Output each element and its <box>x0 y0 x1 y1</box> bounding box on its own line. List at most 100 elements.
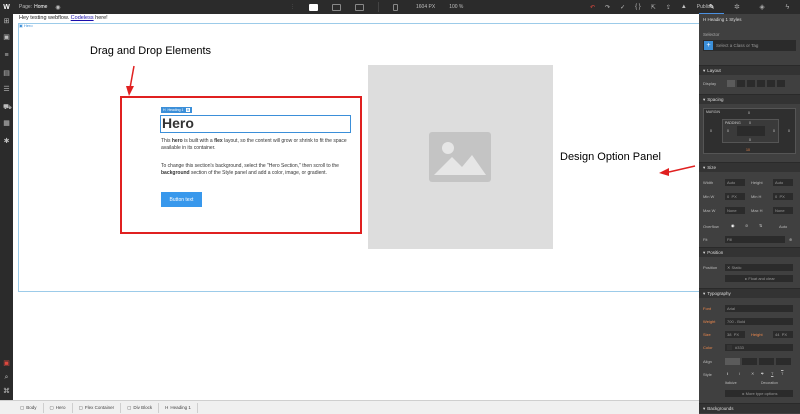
padding-box[interactable]: PADDING 0 0 0 0 <box>722 119 779 143</box>
padding-left-value[interactable]: 0 <box>727 129 729 133</box>
weight-select[interactable]: 700 - Bold <box>725 318 793 325</box>
display-inline-block-button[interactable] <box>757 80 765 87</box>
padding-bottom-value[interactable]: 0 <box>749 138 751 142</box>
section-typography[interactable]: ▾ Typography <box>699 288 800 298</box>
padding-top-value[interactable]: 0 <box>749 121 751 125</box>
mobile-portrait-icon[interactable] <box>393 3 398 11</box>
selector-input[interactable]: + Select a Class or Tag <box>703 40 796 51</box>
drop-icon[interactable]: ◈ <box>750 0 775 14</box>
navigator-icon[interactable]: ≡ <box>3 52 10 59</box>
display-inline-button[interactable] <box>767 80 775 87</box>
pages-icon[interactable]: ▤ <box>3 70 10 77</box>
settings-icon[interactable]: ✱ <box>3 138 10 145</box>
add-element-icon[interactable]: ⊞ <box>3 18 10 25</box>
hero-button[interactable]: Button text <box>161 192 202 207</box>
design-canvas[interactable]: Hey testing webflow. Codeless here! ▣ He… <box>13 14 699 400</box>
assets-icon[interactable]: ▦ <box>3 120 10 127</box>
width-input[interactable]: Auto <box>725 179 745 186</box>
align-right-button[interactable] <box>759 358 774 365</box>
strikethrough-icon[interactable]: T <box>761 371 763 376</box>
bolt-icon[interactable]: ϟ <box>775 0 800 14</box>
color-swatch[interactable] <box>727 345 732 350</box>
breadcrumb-item[interactable]: ▢ Hero <box>44 402 73 413</box>
page-selector[interactable]: Page: Home <box>19 4 47 10</box>
desktop-breakpoint-icon[interactable] <box>309 3 318 11</box>
height-input[interactable]: Auto <box>773 179 793 186</box>
breadcrumb-item[interactable]: H Heading 1 <box>159 402 198 413</box>
tablet-breakpoint-icon[interactable] <box>332 3 341 11</box>
align-center-button[interactable] <box>742 358 757 365</box>
more-type-options-toggle[interactable]: ▸ More type options <box>725 390 793 397</box>
overflow-auto-button[interactable]: Auto <box>779 224 787 229</box>
hero-paragraph-1[interactable]: This hero is built with a flex layout, s… <box>161 138 356 152</box>
audit-icon[interactable]: ▣ <box>3 360 10 367</box>
preview-eye-icon[interactable]: ◉ <box>55 4 60 11</box>
export-icon[interactable]: ⇱ <box>651 4 656 11</box>
align-left-button[interactable] <box>725 358 740 365</box>
check-icon[interactable]: ✓ <box>620 4 625 11</box>
search-icon[interactable]: ⌕ <box>3 374 10 381</box>
mobile-landscape-icon[interactable] <box>355 3 364 11</box>
top-bar: W Page: Home ◉ ⋮ 1604 PX 100 % ↶ ↷ ✓ { }… <box>0 0 800 14</box>
color-input[interactable]: #333 <box>725 344 793 351</box>
hero-section-tag[interactable]: ▣ Hero <box>19 23 33 28</box>
max-width-input[interactable]: None <box>725 207 745 214</box>
overflow-visible-icon[interactable]: ◉ <box>731 223 735 228</box>
notice-link[interactable]: Codeless <box>71 15 94 21</box>
more-icon[interactable]: ⋮ <box>290 4 295 10</box>
section-spacing[interactable]: ▾ Spacing <box>699 94 800 104</box>
code-icon[interactable]: { } <box>635 4 641 10</box>
redo-icon[interactable]: ↷ <box>605 4 610 11</box>
brush-icon[interactable]: ✎ <box>699 0 725 14</box>
align-label: Align <box>703 359 712 364</box>
shortcuts-icon[interactable]: ⌘ <box>3 388 10 395</box>
margin-bottom-value[interactable]: 10 <box>746 148 750 152</box>
display-grid-button[interactable] <box>747 80 755 87</box>
decoration-none-icon[interactable]: ✕ <box>751 371 754 376</box>
min-width-input[interactable]: 0 PX <box>725 193 745 200</box>
italic-off-icon[interactable]: I <box>727 371 728 376</box>
padding-right-value[interactable]: 0 <box>773 129 775 133</box>
hero-heading[interactable]: Hero <box>162 116 194 131</box>
position-select[interactable]: ✕ Static <box>725 264 793 271</box>
breadcrumb-item[interactable]: ▢ Flex Container <box>73 402 122 413</box>
breadcrumb-item[interactable]: ▢ Div Block <box>121 402 160 413</box>
underline-icon[interactable]: T <box>771 371 773 376</box>
fit-select[interactable]: Fill <box>725 236 785 243</box>
display-block-button[interactable] <box>727 80 735 87</box>
margin-top-value[interactable]: 0 <box>748 111 750 115</box>
section-layout[interactable]: ▾ Layout <box>699 65 800 75</box>
align-justify-button[interactable] <box>776 358 791 365</box>
section-position[interactable]: ▾ Position <box>699 247 800 257</box>
display-none-button[interactable] <box>777 80 785 87</box>
undo-icon[interactable]: ↶ <box>590 4 595 11</box>
gear-icon[interactable]: ✲ <box>185 108 191 112</box>
webflow-logo[interactable]: W <box>0 0 13 14</box>
section-backgrounds[interactable]: ▾ Backgrounds <box>699 403 800 413</box>
cms-icon[interactable]: ☰ <box>3 86 10 93</box>
margin-right-value[interactable]: 0 <box>788 129 790 133</box>
symbols-icon[interactable]: ▣ <box>3 34 10 41</box>
section-size[interactable]: ▾ Size <box>699 162 800 172</box>
image-placeholder[interactable] <box>368 65 553 249</box>
gear-icon[interactable]: ✲ <box>724 0 749 14</box>
float-clear-toggle[interactable]: ▸ Float and clear <box>725 275 793 282</box>
spacing-box[interactable]: MARGIN 0 0 0 10 PADDING 0 0 0 0 <box>703 108 796 154</box>
font-size-input[interactable]: 38 PX <box>725 331 745 338</box>
min-height-input[interactable]: 0 PX <box>773 193 793 200</box>
info-icon[interactable]: ⊕ <box>789 237 792 242</box>
display-flex-button[interactable] <box>737 80 745 87</box>
overflow-scroll-icon[interactable]: ⇅ <box>759 223 762 228</box>
overline-icon[interactable]: T <box>781 371 783 376</box>
font-select[interactable]: Arial <box>725 305 793 312</box>
breadcrumb-item[interactable]: ▢ Body <box>14 402 44 413</box>
ecommerce-icon[interactable]: ⛟ <box>3 104 12 111</box>
line-height-input[interactable]: 44 PX <box>773 331 793 338</box>
max-height-input[interactable]: None <box>773 207 793 214</box>
hero-paragraph-2[interactable]: To change this section's background, sel… <box>161 163 356 177</box>
margin-left-value[interactable]: 0 <box>710 129 712 133</box>
share-icon[interactable]: ⇪ <box>666 4 671 11</box>
heading-selection-badge[interactable]: H Heading 1 ✲ <box>161 107 193 113</box>
italic-on-icon[interactable]: I <box>739 371 740 376</box>
overflow-hidden-icon[interactable]: ⊘ <box>745 223 748 228</box>
